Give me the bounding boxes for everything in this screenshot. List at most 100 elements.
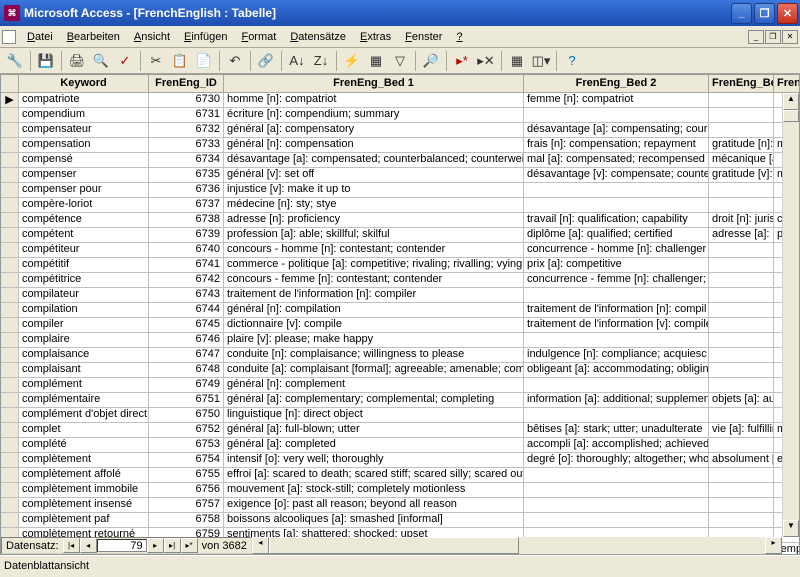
cell-bed1[interactable]: concours - homme [n]: contestant; conten… [224, 243, 524, 257]
cell-bed1[interactable]: injustice [v]: make it up to [224, 183, 524, 197]
cell-bed1[interactable]: conduite [n]: complaisance; willingness … [224, 348, 524, 362]
cell-bed2[interactable] [524, 108, 709, 122]
cell-id[interactable]: 6731 [149, 108, 224, 122]
next-record-button[interactable]: ▸ [147, 538, 164, 553]
cell-keyword[interactable]: complètement affolé [19, 468, 149, 482]
cell-bed2[interactable]: diplôme [a]: qualified; certified [524, 228, 709, 242]
cell-bed1[interactable]: commerce - politique [a]: competitive; r… [224, 258, 524, 272]
row-selector[interactable] [1, 243, 19, 257]
cell-bed3[interactable] [709, 483, 774, 497]
cell-bed1[interactable]: désavantage [a]: compensated; counterbal… [224, 153, 524, 167]
cell-keyword[interactable]: complètement insensé [19, 498, 149, 512]
table-row[interactable]: complètement insensé6757exigence [o]: pa… [1, 498, 799, 513]
cell-id[interactable]: 6756 [149, 483, 224, 497]
cell-id[interactable]: 6750 [149, 408, 224, 422]
cell-keyword[interactable]: compensé [19, 153, 149, 167]
col-header-bed2[interactable]: FrenEng_Bed 2 [524, 75, 709, 92]
record-number-input[interactable] [97, 539, 147, 552]
menu-fenster[interactable]: Fenster [398, 29, 449, 45]
hscroll-thumb[interactable] [269, 537, 519, 554]
cell-id[interactable]: 6755 [149, 468, 224, 482]
row-selector[interactable] [1, 423, 19, 437]
menu-format[interactable]: Format [234, 29, 283, 45]
cell-bed3[interactable] [709, 363, 774, 377]
menu-datei[interactable]: Datei [20, 29, 60, 45]
cell-bed1[interactable]: dictionnaire [v]: compile [224, 318, 524, 332]
cell-keyword[interactable]: compétitrice [19, 273, 149, 287]
cell-bed3[interactable] [709, 288, 774, 302]
cell-bed1[interactable]: général [a]: complementary; complemental… [224, 393, 524, 407]
menu-einfügen[interactable]: Einfügen [177, 29, 234, 45]
row-selector[interactable] [1, 333, 19, 347]
cell-keyword[interactable]: compétiteur [19, 243, 149, 257]
cell-id[interactable]: 6738 [149, 213, 224, 227]
cell-id[interactable]: 6749 [149, 378, 224, 392]
cell-bed2[interactable]: traitement de l'information [n]: compil [524, 303, 709, 317]
cell-bed2[interactable]: frais [n]: compensation; repayment [524, 138, 709, 152]
cell-bed1[interactable]: exigence [o]: past all reason; beyond al… [224, 498, 524, 512]
table-row[interactable]: compenser pour6736injustice [v]: make it… [1, 183, 799, 198]
row-selector[interactable] [1, 393, 19, 407]
filter-sel-button[interactable]: ⚡ [341, 50, 363, 72]
cell-bed3[interactable] [709, 318, 774, 332]
table-row[interactable]: complaire6746plaire [v]: please; make ha… [1, 333, 799, 348]
cell-bed1[interactable]: profession [a]: able; skillful; skilful [224, 228, 524, 242]
row-selector[interactable] [1, 288, 19, 302]
row-selector[interactable] [1, 273, 19, 287]
delete-record-button[interactable]: ▸✕ [475, 50, 497, 72]
cell-id[interactable]: 6744 [149, 303, 224, 317]
cell-bed2[interactable] [524, 378, 709, 392]
col-header-id[interactable]: FrenEng_ID [149, 75, 224, 92]
cell-bed1[interactable]: général [n]: compilation [224, 303, 524, 317]
row-selector[interactable] [1, 258, 19, 272]
scroll-up-button[interactable]: ▲ [783, 93, 799, 110]
minimize-button[interactable]: _ [731, 3, 752, 24]
cell-bed2[interactable]: accompli [a]: accomplished; achieved [524, 438, 709, 452]
table-row[interactable]: complètement immobile6756mouvement [a]: … [1, 483, 799, 498]
maximize-button[interactable]: ❐ [754, 3, 775, 24]
cell-keyword[interactable]: complément [19, 378, 149, 392]
cell-id[interactable]: 6748 [149, 363, 224, 377]
new-object-button[interactable]: ◫▾ [530, 50, 552, 72]
row-selector[interactable] [1, 408, 19, 422]
row-selector[interactable] [1, 348, 19, 362]
cell-bed3[interactable]: gratitude [v]: do [709, 168, 774, 182]
table-row[interactable]: complètement6754intensif [o]: very well;… [1, 453, 799, 468]
db-window-button[interactable]: ▦ [506, 50, 528, 72]
cell-bed3[interactable] [709, 243, 774, 257]
cell-bed2[interactable] [524, 408, 709, 422]
table-row[interactable]: compétitrice6742concours - femme [n]: co… [1, 273, 799, 288]
first-record-button[interactable]: |◂ [63, 538, 80, 553]
cell-keyword[interactable]: complété [19, 438, 149, 452]
cell-bed3[interactable] [709, 303, 774, 317]
menu-?[interactable]: ? [449, 29, 469, 45]
cell-keyword[interactable]: complet [19, 423, 149, 437]
cell-keyword[interactable]: complaisant [19, 363, 149, 377]
cell-bed3[interactable] [709, 498, 774, 512]
row-selector[interactable] [1, 168, 19, 182]
cell-keyword[interactable]: complaisance [19, 348, 149, 362]
cell-id[interactable]: 6732 [149, 123, 224, 137]
col-header-bed1[interactable]: FrenEng_Bed 1 [224, 75, 524, 92]
table-row[interactable]: compétitif6741commerce - politique [a]: … [1, 258, 799, 273]
cell-bed2[interactable]: désavantage [v]: compensate; counte [524, 168, 709, 182]
cell-id[interactable]: 6742 [149, 273, 224, 287]
row-selector[interactable] [1, 183, 19, 197]
cell-keyword[interactable]: compétent [19, 228, 149, 242]
cell-id[interactable]: 6751 [149, 393, 224, 407]
menu-datensätze[interactable]: Datensätze [283, 29, 353, 45]
table-row[interactable]: compendium6731écriture [n]: compendium; … [1, 108, 799, 123]
cell-id[interactable]: 6736 [149, 183, 224, 197]
cell-bed2[interactable]: travail [n]: qualification; capability [524, 213, 709, 227]
cell-bed3[interactable]: vie [a]: fulfilling; [709, 423, 774, 437]
cell-id[interactable]: 6754 [149, 453, 224, 467]
cell-bed1[interactable]: concours - femme [n]: contestant; conten… [224, 273, 524, 287]
filter-form-button[interactable]: ▦ [365, 50, 387, 72]
cell-bed2[interactable]: désavantage [a]: compensating; cour [524, 123, 709, 137]
cell-bed3[interactable] [709, 408, 774, 422]
cell-bed2[interactable]: information [a]: additional; supplemen [524, 393, 709, 407]
sort-desc-button[interactable]: Z↓ [310, 50, 332, 72]
row-selector[interactable] [1, 213, 19, 227]
new-record-button[interactable]: ▸* [451, 50, 473, 72]
cell-bed2[interactable]: traitement de l'information [v]: compile [524, 318, 709, 332]
